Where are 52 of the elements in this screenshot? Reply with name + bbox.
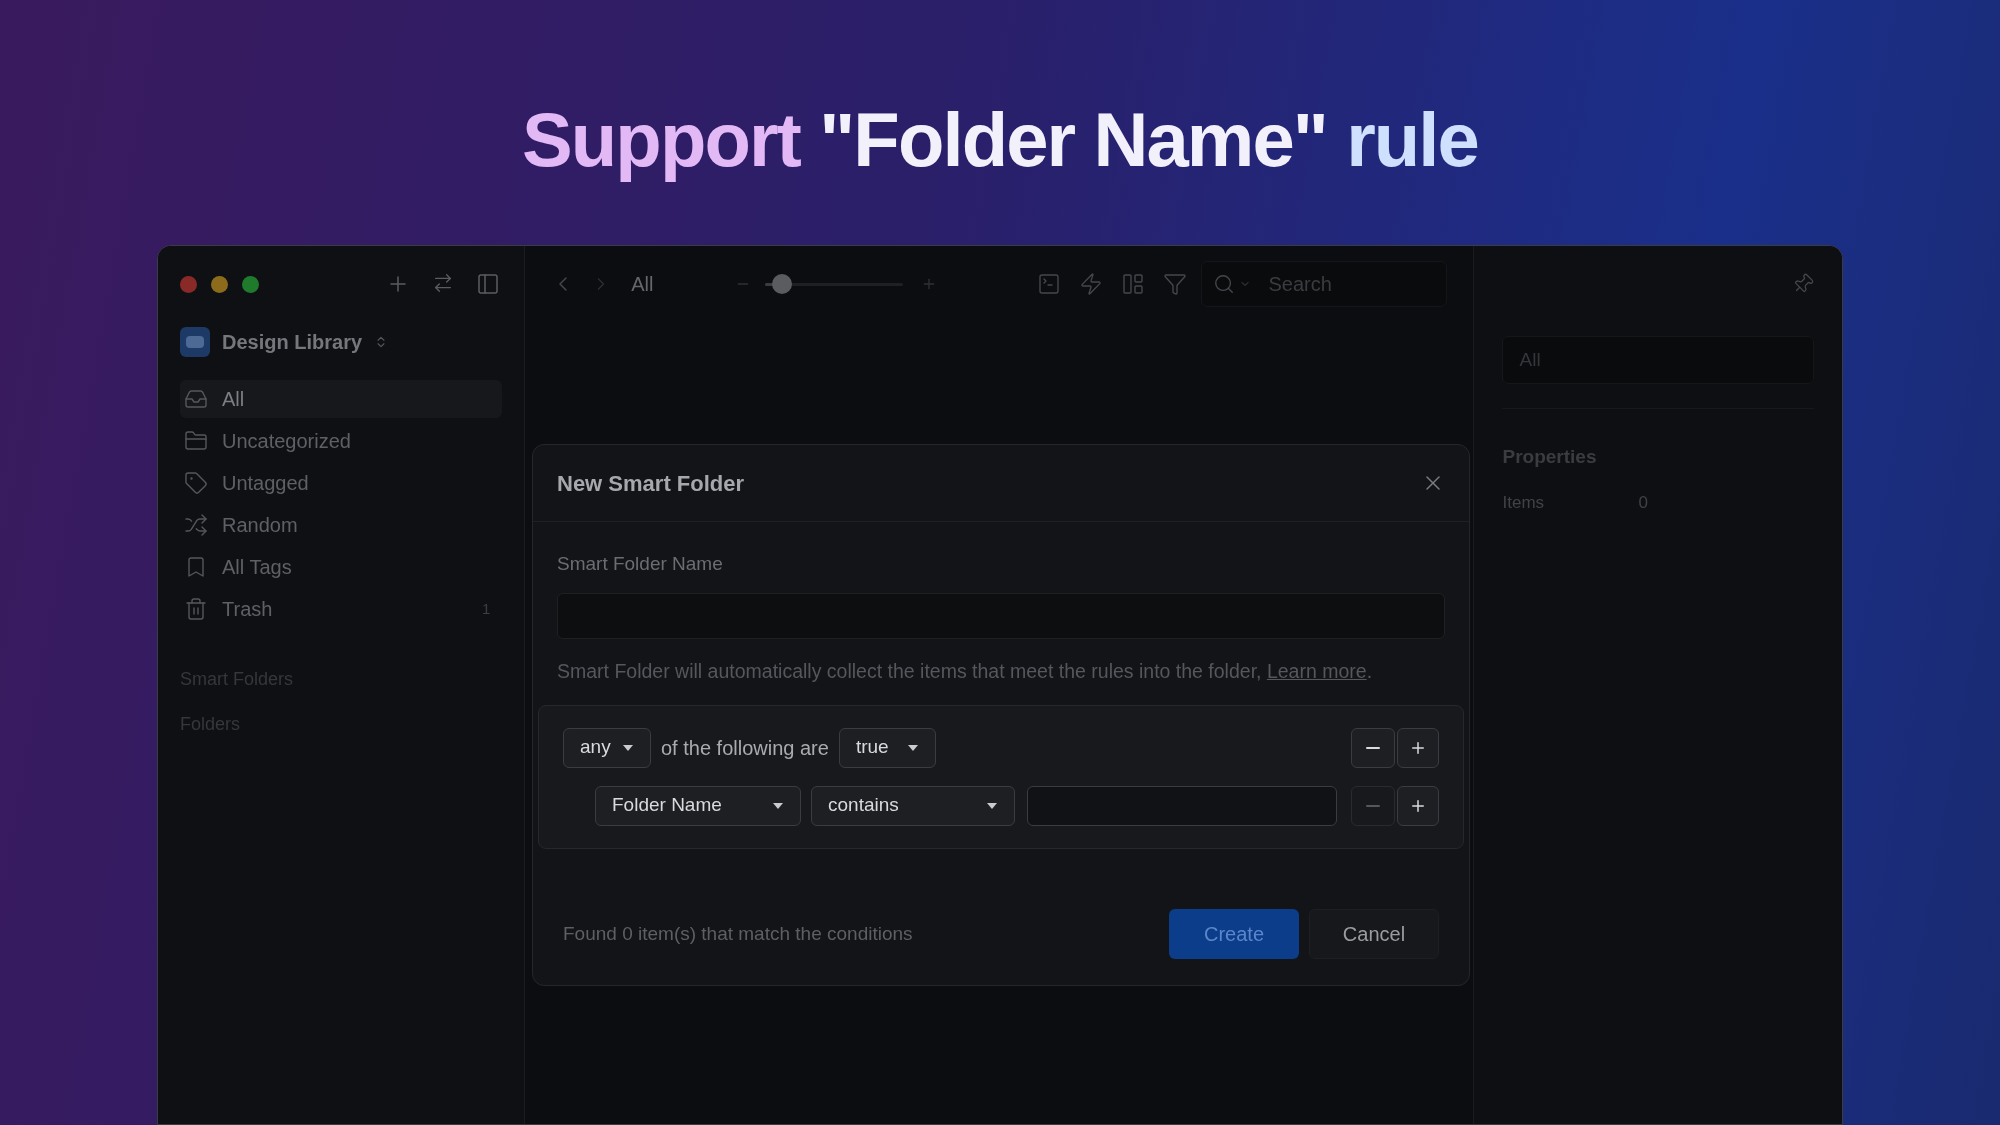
dropdown[interactable]: contains	[811, 785, 1015, 826]
caret-icon	[772, 801, 784, 810]
sidebar-item[interactable]: All Tags	[180, 548, 503, 586]
field-label: Smart Folder Name	[557, 552, 724, 576]
add-button[interactable]	[1397, 727, 1439, 768]
match-status: Found 0 item(s) that match the conditions	[563, 921, 913, 946]
sidebar-label: Untagged	[222, 471, 309, 496]
sidebar-label: All	[222, 387, 245, 412]
add-button[interactable]	[1397, 785, 1439, 826]
sidebar-toggle-icon[interactable]	[476, 272, 501, 296]
create-button[interactable]: Create	[1169, 909, 1299, 959]
inbox-icon	[184, 387, 208, 411]
slider-thumb[interactable]	[772, 274, 793, 294]
dropdown[interactable]: true	[838, 727, 936, 768]
folder-icon	[184, 429, 208, 453]
library-name[interactable]: Design Library	[222, 327, 363, 357]
sidebar-label: Trash	[222, 597, 273, 622]
library-icon	[180, 327, 210, 357]
sidebar-item[interactable]: Untagged	[180, 464, 503, 502]
dialog-title: New Smart Folder	[557, 469, 745, 498]
layout-icon[interactable]	[1121, 272, 1146, 296]
headline: Support "Folder Name" rule	[522, 96, 1478, 184]
tag-icon	[184, 471, 208, 495]
search-icon	[1213, 273, 1236, 295]
zoom-slider[interactable]	[765, 274, 904, 294]
rule-value-input[interactable]	[1027, 785, 1337, 826]
dropdown[interactable]: any	[563, 727, 651, 768]
maximize-window-button[interactable]	[242, 275, 259, 293]
caret-icon	[622, 743, 634, 752]
description: Smart Folder will automatically collect the items that meet the rules into the folder, Learn more.	[557, 658, 1374, 684]
sidebar-label: All Tags	[222, 555, 292, 580]
minus-icon	[1366, 804, 1380, 807]
sidebar-item[interactable]: All	[180, 380, 503, 418]
location-label: All	[631, 272, 654, 297]
shuffle-icon	[184, 513, 208, 537]
sidebar-item[interactable]: Uncategorized	[180, 422, 503, 460]
trash-icon	[184, 597, 208, 621]
filter-icon[interactable]	[1163, 272, 1188, 296]
caret-icon	[986, 801, 998, 810]
cancel-button[interactable]: Cancel	[1309, 909, 1439, 959]
sidebar-label: Random	[222, 513, 298, 538]
terminal-icon[interactable]	[1037, 272, 1062, 296]
lightning-icon[interactable]	[1079, 272, 1104, 296]
learn-more-link[interactable]: Learn more	[1266, 659, 1367, 682]
sidebar-label: Uncategorized	[222, 429, 351, 454]
minus-icon	[1366, 746, 1380, 749]
minimize-window-button[interactable]	[211, 275, 228, 293]
close-window-button[interactable]	[180, 275, 197, 293]
dropdown[interactable]: Folder Name	[595, 785, 801, 826]
rule-connector-text: of the following are	[661, 735, 829, 761]
sidebar-item[interactable]: Random	[180, 506, 503, 544]
caret-icon	[906, 743, 919, 752]
